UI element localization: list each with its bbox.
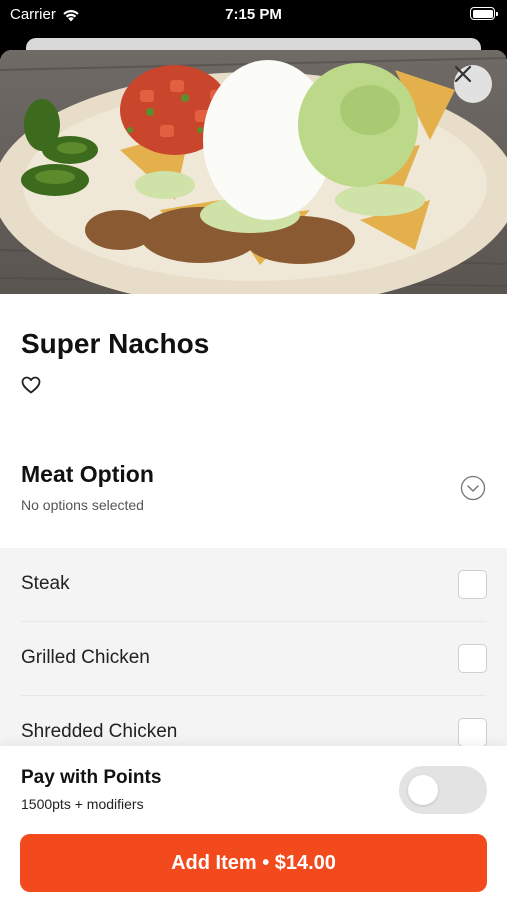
option-checkbox[interactable]: [458, 570, 487, 599]
option-checkbox[interactable]: [458, 718, 487, 747]
section-title: Meat Option: [21, 461, 154, 487]
option-row[interactable]: Steak: [0, 548, 507, 622]
chevron-down-icon[interactable]: [460, 475, 486, 501]
option-checkbox[interactable]: [458, 644, 487, 673]
points-title: Pay with Points: [21, 767, 162, 788]
points-toggle[interactable]: [399, 766, 487, 814]
option-row[interactable]: Grilled Chicken: [0, 622, 507, 696]
option-label: Grilled Chicken: [21, 647, 150, 668]
item-sheet: Super Nachos Meat Option No options sele…: [0, 50, 507, 900]
section-subtitle: No options selected: [21, 497, 144, 513]
close-button[interactable]: [454, 65, 492, 103]
option-label: Shredded Chicken: [21, 721, 178, 742]
status-time: 7:15 PM: [225, 6, 282, 23]
heart-icon[interactable]: [21, 376, 41, 394]
status-bar: Carrier 7:15 PM: [0, 0, 507, 30]
footer: Pay with Points 1500pts + modifiers Add …: [0, 746, 507, 900]
add-item-button[interactable]: Add Item • $14.00: [20, 834, 487, 892]
battery-icon: [470, 7, 498, 20]
points-subtitle: 1500pts + modifiers: [21, 796, 144, 812]
item-photo: [0, 50, 507, 294]
item-title: Super Nachos: [21, 328, 210, 359]
toggle-knob: [408, 775, 438, 805]
close-icon: [454, 65, 472, 83]
option-label: Steak: [21, 573, 70, 594]
